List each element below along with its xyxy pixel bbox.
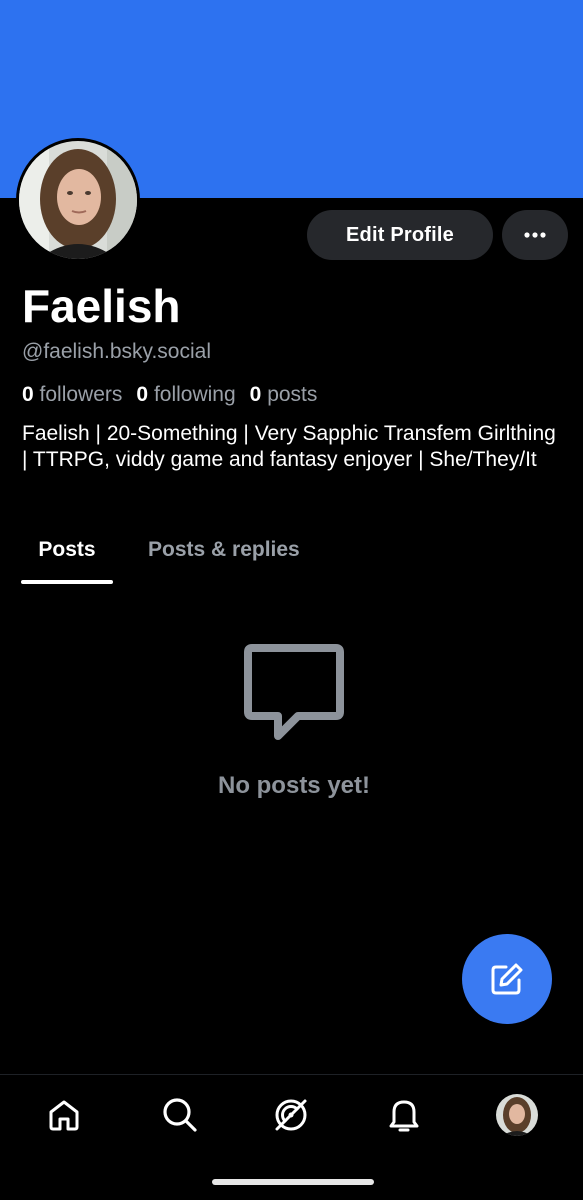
more-options-button[interactable] bbox=[502, 210, 568, 260]
followers-label: followers bbox=[39, 383, 123, 406]
compose-post-button[interactable] bbox=[462, 934, 552, 1024]
active-tab-indicator bbox=[21, 580, 113, 584]
profile-avatar[interactable] bbox=[16, 138, 140, 262]
display-name: Faelish bbox=[22, 280, 181, 332]
edit-profile-label: Edit Profile bbox=[346, 223, 454, 246]
profile-screen: Edit Profile Faelish @faelish.bsky.socia… bbox=[0, 0, 583, 1200]
notifications-bell-icon bbox=[389, 1100, 419, 1132]
nav-profile-avatar bbox=[496, 1094, 538, 1136]
followers-link[interactable]: 0 followers bbox=[22, 383, 122, 406]
empty-state-text: No posts yet! bbox=[217, 772, 370, 799]
message-bubble-icon bbox=[244, 644, 344, 740]
profile-tabs: Posts Posts & replies bbox=[0, 520, 583, 586]
compose-icon bbox=[491, 963, 523, 995]
posts-stat: 0 posts bbox=[250, 383, 318, 406]
profile-bio: Faelish | 20-Something | Very Sapphic Tr… bbox=[22, 422, 556, 471]
nav-home[interactable] bbox=[40, 1091, 88, 1139]
profile-stats: 0 followers 0 following 0 posts bbox=[22, 381, 317, 409]
edit-profile-button[interactable]: Edit Profile bbox=[307, 210, 493, 260]
tab-posts[interactable]: Posts bbox=[21, 520, 113, 580]
following-link[interactable]: 0 following bbox=[136, 383, 235, 406]
following-count: 0 bbox=[136, 383, 149, 406]
posts-count: 0 bbox=[249, 383, 262, 406]
avatar-photo bbox=[19, 141, 137, 259]
nav-feeds[interactable] bbox=[267, 1091, 315, 1139]
feeds-icon bbox=[275, 1099, 307, 1131]
nav-profile[interactable] bbox=[493, 1091, 541, 1139]
nav-notifications[interactable] bbox=[380, 1091, 428, 1139]
nav-search[interactable] bbox=[156, 1091, 204, 1139]
home-icon bbox=[49, 1100, 79, 1131]
followers-count: 0 bbox=[22, 383, 34, 406]
tab-posts-and-replies[interactable]: Posts & replies bbox=[148, 520, 300, 580]
home-indicator[interactable] bbox=[212, 1179, 374, 1185]
ellipsis-icon bbox=[524, 232, 546, 238]
posts-label: posts bbox=[267, 383, 318, 406]
following-label: following bbox=[153, 383, 236, 406]
profile-handle: @faelish.bsky.social bbox=[22, 340, 211, 363]
search-icon bbox=[163, 1098, 197, 1132]
